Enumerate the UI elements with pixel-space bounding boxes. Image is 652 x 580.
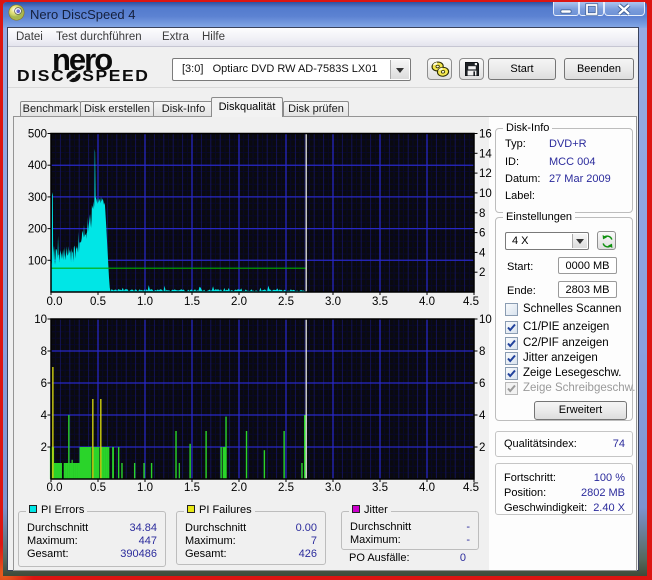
svg-text:8: 8: [479, 208, 485, 220]
svg-text:6: 6: [479, 378, 485, 390]
svg-text:3.0: 3.0: [325, 296, 341, 308]
svg-text:0.0: 0.0: [47, 482, 63, 494]
svg-text:10: 10: [479, 188, 492, 200]
svg-text:500: 500: [28, 129, 47, 141]
svg-text:3.0: 3.0: [325, 482, 341, 494]
svg-text:2.0: 2.0: [231, 482, 247, 494]
svg-text:16: 16: [479, 129, 492, 141]
svg-text:6: 6: [479, 228, 485, 240]
svg-text:10: 10: [479, 314, 492, 326]
svg-text:12: 12: [479, 168, 492, 180]
svg-text:1.5: 1.5: [184, 482, 200, 494]
svg-text:4: 4: [479, 247, 486, 259]
svg-text:0.0: 0.0: [47, 296, 63, 308]
svg-text:3.5: 3.5: [372, 296, 388, 308]
svg-text:10: 10: [34, 314, 47, 326]
svg-text:4.5: 4.5: [463, 482, 479, 494]
svg-text:400: 400: [28, 160, 47, 172]
svg-text:1.0: 1.0: [137, 296, 153, 308]
svg-text:0.5: 0.5: [90, 296, 106, 308]
svg-text:1.5: 1.5: [184, 296, 200, 308]
svg-text:2: 2: [41, 442, 47, 454]
svg-text:1.0: 1.0: [137, 482, 153, 494]
svg-text:4.0: 4.0: [419, 482, 435, 494]
svg-text:8: 8: [41, 346, 47, 358]
svg-text:4: 4: [41, 410, 48, 422]
svg-text:14: 14: [479, 148, 492, 160]
svg-text:8: 8: [479, 346, 485, 358]
svg-text:4: 4: [479, 410, 486, 422]
svg-text:0.5: 0.5: [90, 482, 106, 494]
svg-text:2: 2: [479, 267, 485, 279]
svg-text:200: 200: [28, 224, 47, 236]
svg-text:300: 300: [28, 192, 47, 204]
svg-text:2: 2: [479, 442, 485, 454]
svg-text:100: 100: [28, 255, 47, 267]
svg-text:2.5: 2.5: [278, 296, 294, 308]
svg-text:2.0: 2.0: [231, 296, 247, 308]
svg-text:3.5: 3.5: [372, 482, 388, 494]
svg-text:6: 6: [41, 378, 47, 390]
svg-text:4.5: 4.5: [463, 296, 479, 308]
svg-text:2.5: 2.5: [278, 482, 294, 494]
svg-text:4.0: 4.0: [419, 296, 435, 308]
